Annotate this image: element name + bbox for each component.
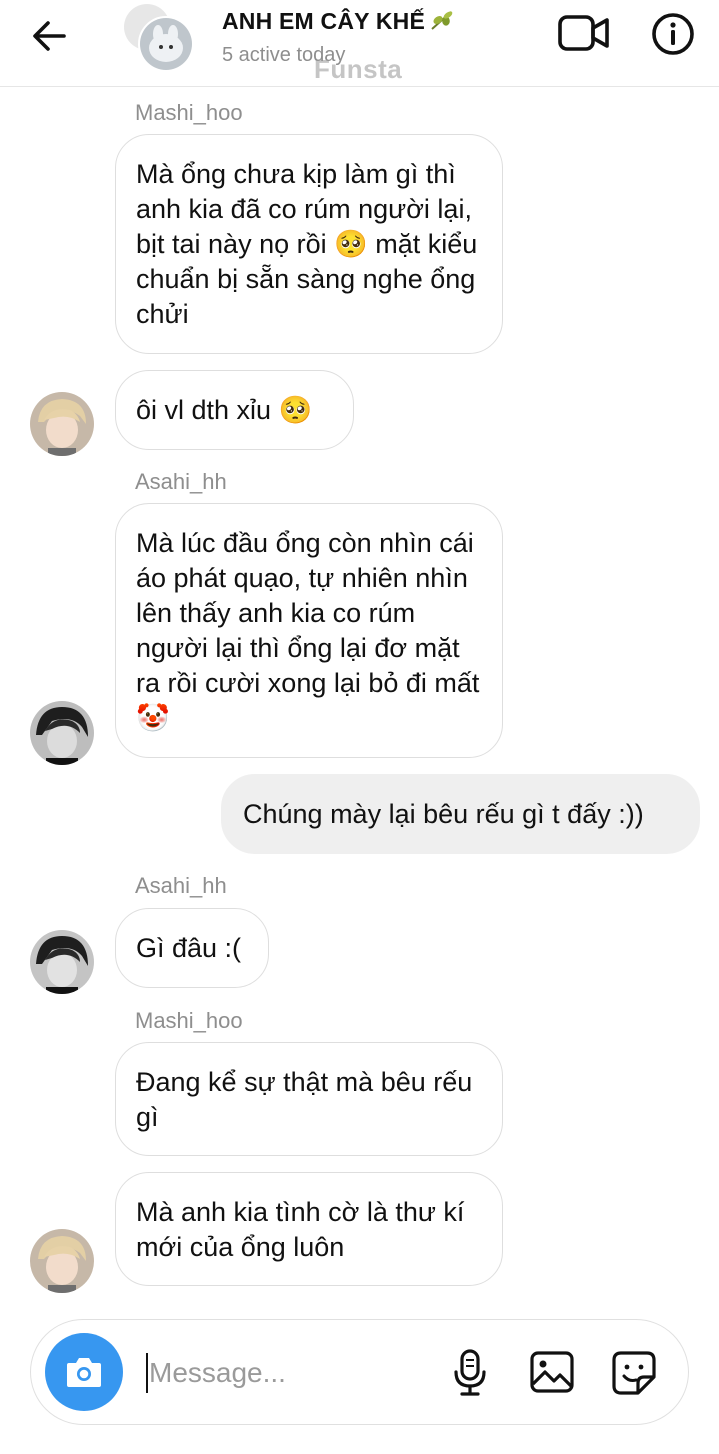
message-bubble[interactable]: Gì đâu :( <box>115 908 269 988</box>
group-avatar[interactable] <box>124 4 194 72</box>
back-arrow-icon <box>33 21 66 51</box>
group-avatar-front <box>138 16 194 72</box>
gallery-icon <box>530 1351 574 1393</box>
camera-button[interactable] <box>45 1333 123 1411</box>
message-bubble[interactable]: Mà ổng chưa kịp làm gì thì anh kia đã co… <box>115 134 503 354</box>
avatar[interactable] <box>30 930 94 994</box>
message-composer <box>30 1319 689 1425</box>
avatar[interactable] <box>30 1229 94 1293</box>
message-text: Mà ổng chưa kịp làm gì thì anh kia đã co… <box>136 159 478 329</box>
sender-name: Asahi_hh <box>135 469 227 494</box>
sender-name: Mashi_hoo <box>135 100 243 125</box>
video-call-button[interactable] <box>556 12 612 54</box>
watermark: Funsta <box>314 54 403 84</box>
message-text: Mà lúc đầu ổng còn nhìn cái áo phát quạo… <box>136 528 480 733</box>
message-bubble[interactable]: Đang kể sự thật mà bêu rếu gì <box>115 1042 503 1156</box>
message-text: Mà anh kia tình cờ là thư kí mới của ổng… <box>136 1197 465 1262</box>
avatar[interactable] <box>30 392 94 456</box>
avatar[interactable] <box>30 701 94 765</box>
message-text: Chúng mày lại bêu rếu gì t đấy :)) <box>243 799 644 829</box>
message-text: Gì đâu :( <box>136 933 242 963</box>
video-call-icon <box>558 15 609 51</box>
message-text: ôi vl dth xỉu 🥺 <box>136 395 313 425</box>
microphone-icon <box>454 1349 486 1396</box>
chat-title[interactable]: ANH EM CÂY KHẾ <box>222 8 455 38</box>
message-bubble[interactable]: Mà lúc đầu ổng còn nhìn cái áo phát quạo… <box>115 503 503 758</box>
voice-message-button[interactable] <box>451 1348 489 1398</box>
sticker-icon <box>612 1351 656 1395</box>
sender-name: Asahi_hh <box>135 873 227 898</box>
sticker-button[interactable] <box>611 1350 657 1396</box>
message-text: Đang kể sự thật mà bêu rếu gì <box>136 1067 473 1132</box>
message-bubble[interactable]: Mà anh kia tình cờ là thư kí mới của ổng… <box>115 1172 503 1286</box>
message-input[interactable] <box>147 1348 331 1398</box>
chat-header: ANH EM CÂY KHẾ 5 active today Funsta <box>0 0 719 87</box>
gallery-button[interactable] <box>529 1350 575 1394</box>
olive-emoji-icon <box>429 8 455 38</box>
sender-name: Mashi_hoo <box>135 1008 243 1033</box>
back-button[interactable] <box>28 16 72 56</box>
message-bubble[interactable]: ôi vl dth xỉu 🥺 <box>115 370 354 450</box>
chat-title-text: ANH EM CÂY KHẾ <box>222 8 426 35</box>
outgoing-message-bubble[interactable]: Chúng mày lại bêu rếu gì t đấy :)) <box>221 774 700 854</box>
camera-icon <box>67 1358 101 1387</box>
info-button[interactable] <box>648 10 698 58</box>
info-icon <box>652 13 694 55</box>
